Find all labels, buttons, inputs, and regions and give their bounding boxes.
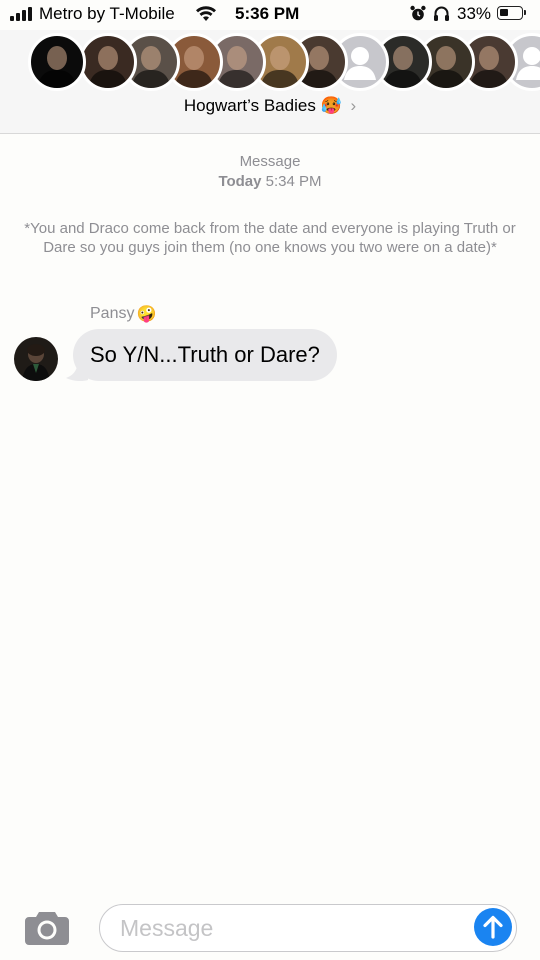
wifi-icon [196, 6, 216, 21]
sender-name: Pansy [90, 305, 135, 323]
conversation-header: Hogwart’s Badies 🥵 › [0, 30, 540, 134]
group-name: Hogwart’s Badies [183, 96, 316, 115]
clock: 5:36 PM [235, 4, 300, 23]
carrier-name: Metro by T-Mobile [39, 4, 175, 23]
message-bubble[interactable]: So Y/N...Truth or Dare? [73, 329, 337, 381]
sender-avatar[interactable] [14, 337, 58, 381]
narration-text: *You and Draco come back from the date a… [24, 220, 516, 256]
group-emoji: 🥵 [320, 96, 342, 115]
group-name-button[interactable]: Hogwart’s Badies 🥵 › [0, 96, 540, 116]
message-input[interactable] [118, 905, 452, 952]
sender-emoji: 🤪 [136, 306, 157, 323]
chevron-right-icon: › [350, 96, 357, 115]
arrow-up-icon [483, 915, 503, 939]
message-compose-field[interactable] [99, 904, 517, 952]
battery-icon [497, 6, 526, 20]
person-photo-icon [88, 46, 128, 88]
alarm-icon [410, 5, 426, 21]
send-button[interactable] [474, 908, 512, 946]
timestamp-label: Message [239, 153, 301, 170]
message-timestamp: Message Today 5:34 PM [0, 152, 540, 192]
participant-avatar-1[interactable] [28, 33, 86, 91]
headphones-icon [434, 6, 449, 21]
person-photo-icon [37, 46, 77, 88]
message-text: So Y/N...Truth or Dare? [90, 342, 320, 367]
timestamp-day: Today [218, 173, 262, 190]
participant-avatar-2[interactable] [79, 33, 137, 91]
timestamp-time: 5:34 PM [265, 173, 322, 190]
participant-avatars[interactable] [0, 33, 540, 93]
status-bar: Metro by T-Mobile 5:36 PM 33% [0, 0, 540, 30]
battery-percentage: 33% [457, 4, 492, 23]
signal-icon [10, 7, 34, 21]
sender-name-row: Pansy 🤪 [90, 304, 156, 324]
camera-icon[interactable] [24, 910, 70, 946]
messages-screen: Metro by T-Mobile 5:36 PM 33% Hogwart’s … [0, 0, 540, 960]
